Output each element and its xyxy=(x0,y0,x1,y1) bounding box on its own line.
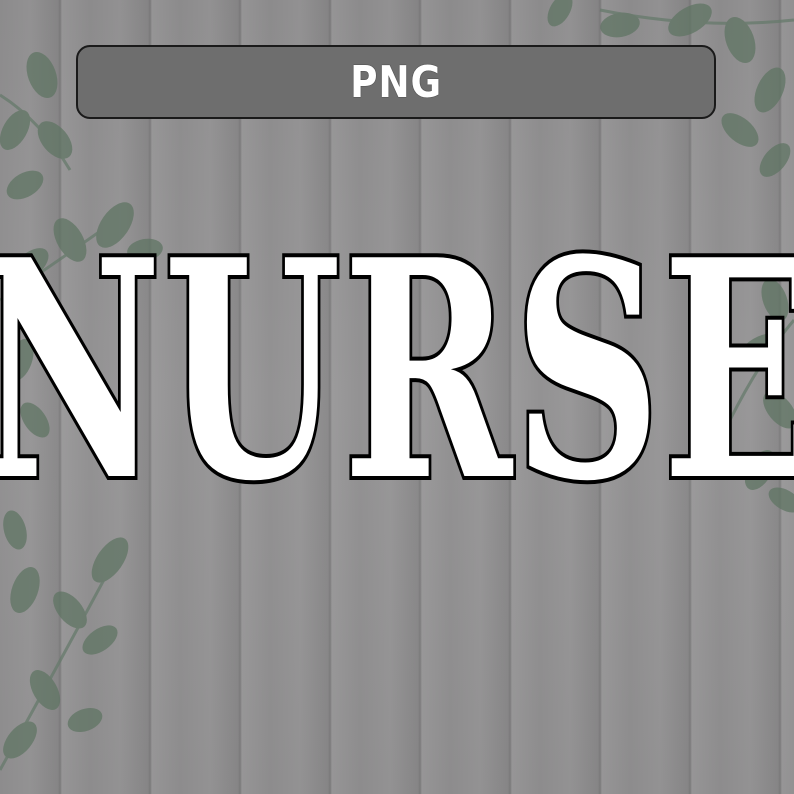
headline: NURSE xyxy=(0,217,794,525)
headline-text: NURSE xyxy=(0,194,794,547)
format-badge: PNG xyxy=(76,45,716,119)
format-badge-label: PNG xyxy=(350,56,442,108)
product-image: PNG NURSE xyxy=(0,0,794,794)
